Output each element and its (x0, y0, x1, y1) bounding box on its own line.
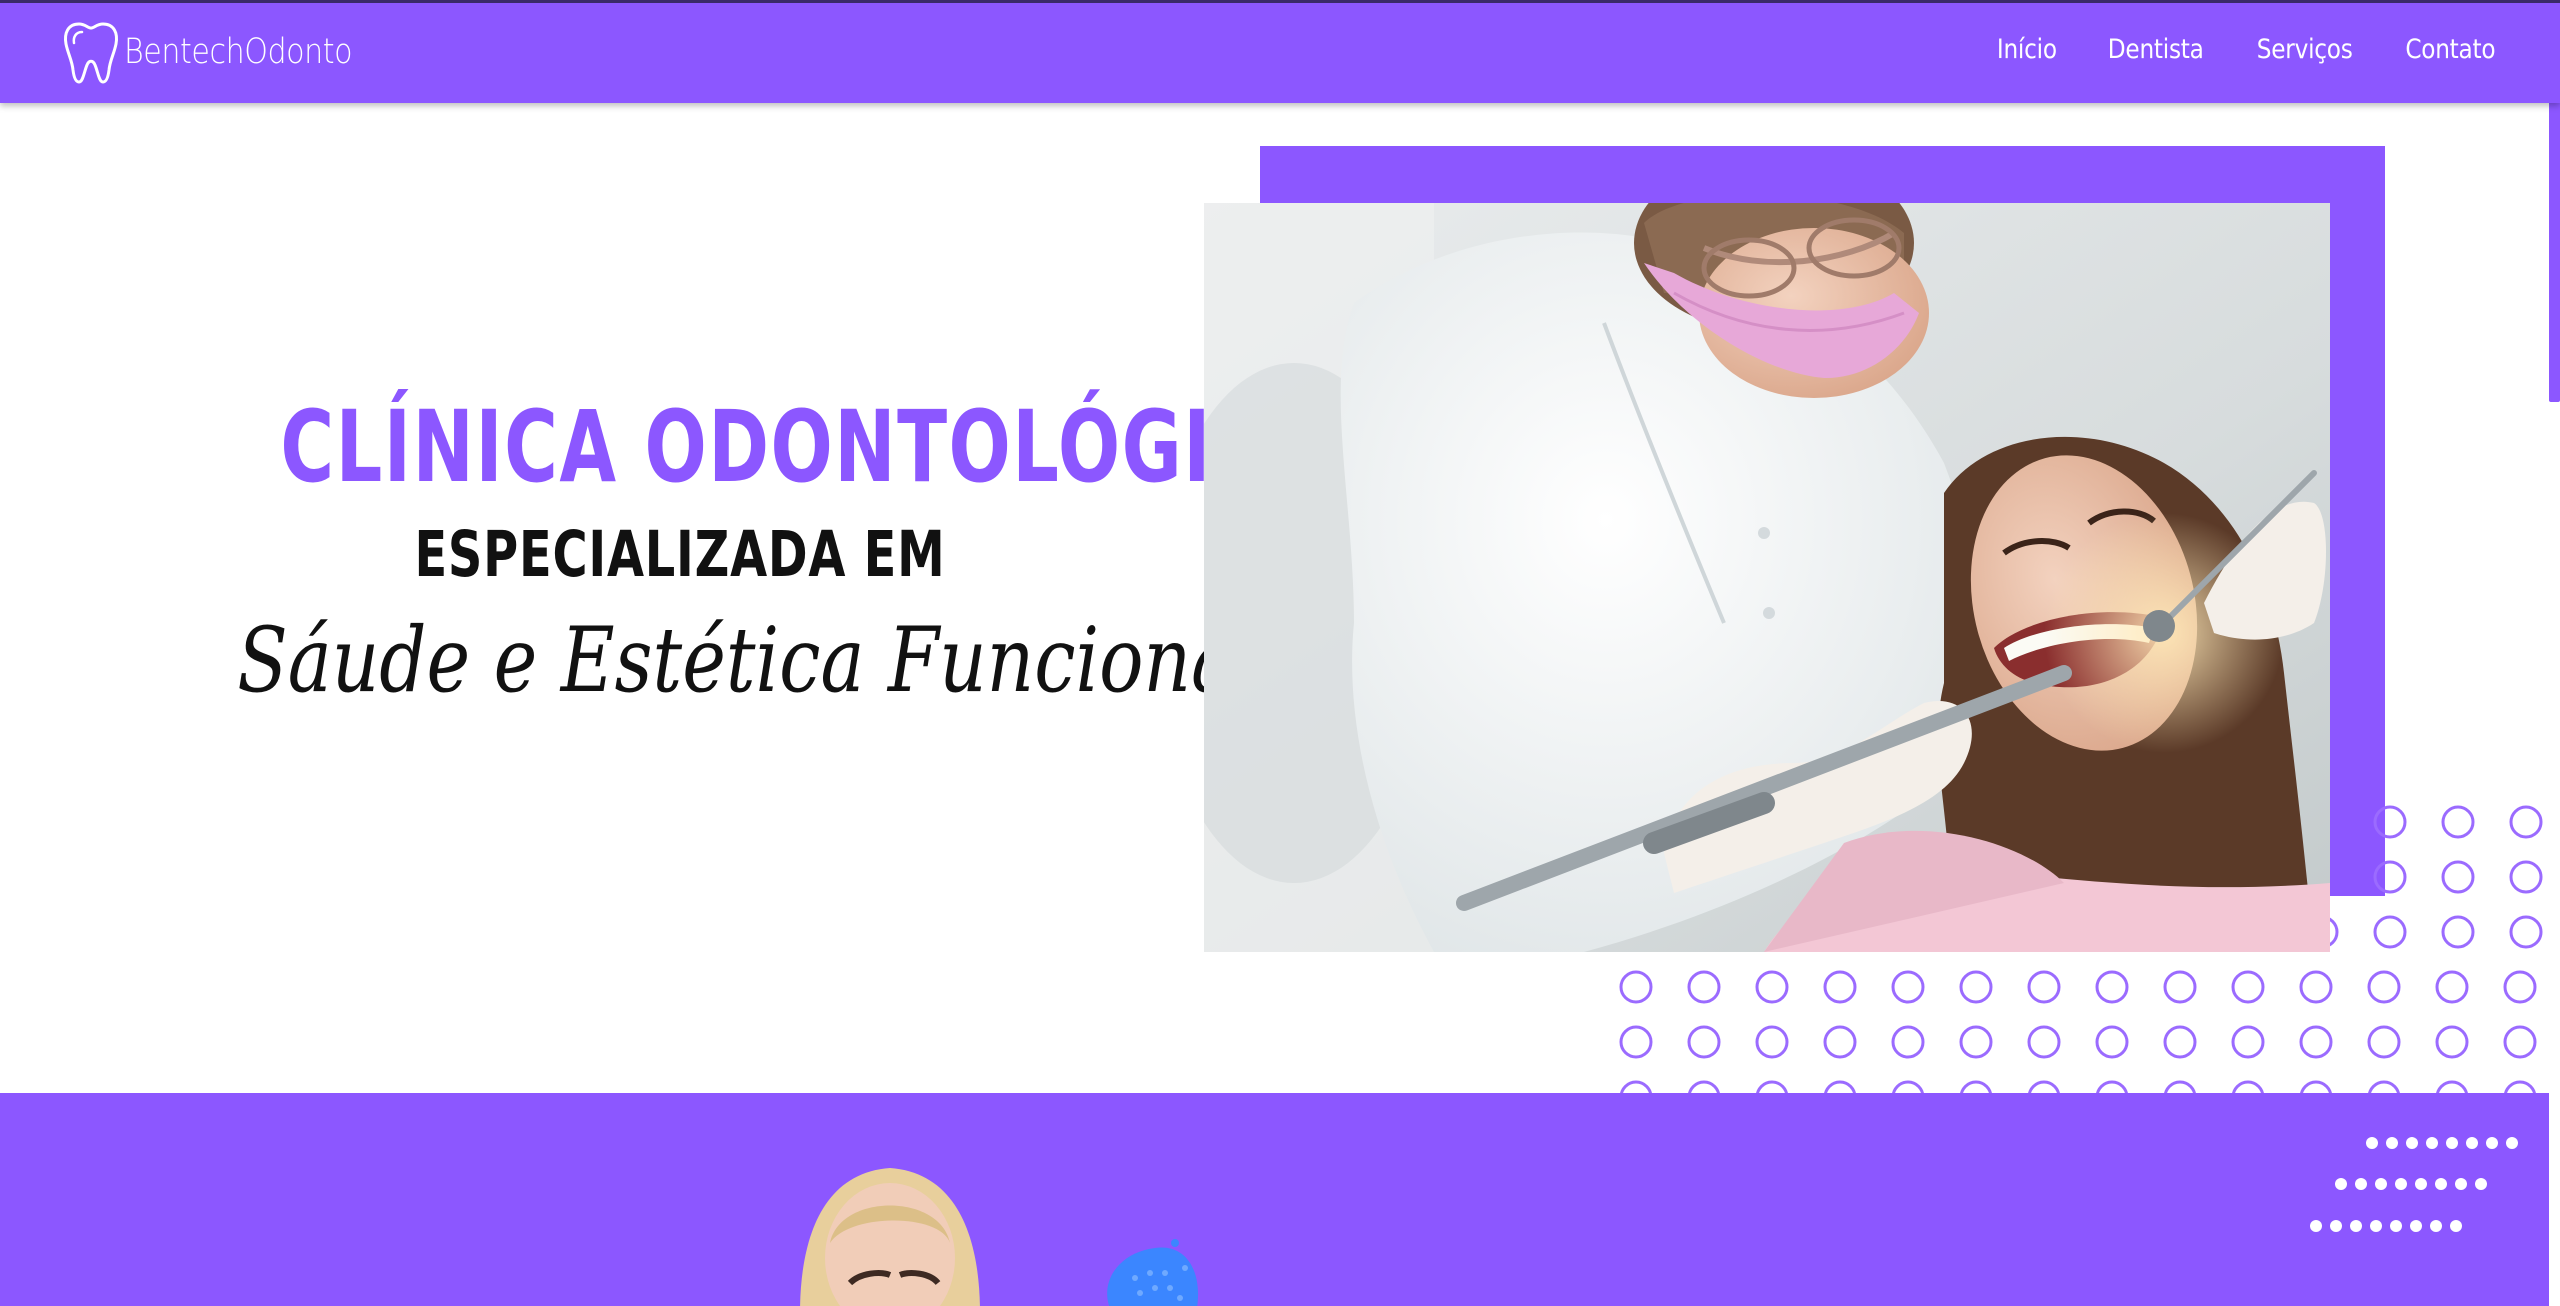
nav-link-servicos[interactable]: Serviços (2257, 34, 2353, 65)
nav-link-dentista[interactable]: Dentista (2107, 34, 2203, 65)
hero-title-sub: ESPECIALIZADA EM (414, 518, 946, 591)
nav-link-contato[interactable]: Contato (2406, 34, 2496, 65)
brand-logo-link[interactable]: BentechOdonto (62, 19, 389, 85)
scrollbar-thumb[interactable] (2549, 100, 2560, 402)
hero-title: CLÍNICA ODONTOLÓGICA ESPECIALIZADA EM Sá… (140, 390, 1326, 713)
decorative-dots-pattern (2310, 1137, 2518, 1232)
dentist-section (0, 1093, 2560, 1306)
brand-name: BentechOdonto (124, 32, 353, 72)
site-header: BentechOdonto Início Dentista Serviços C… (0, 0, 2560, 103)
main-nav: Início Dentista Serviços Contato (1992, 34, 2503, 65)
hero-title-main: CLÍNICA ODONTOLÓGICA (280, 390, 1326, 505)
tooth-icon (64, 22, 118, 84)
hero-title-script: Sáude e Estética Funcional (237, 608, 1259, 713)
nav-link-inicio[interactable]: Início (1997, 34, 2057, 65)
decorative-blob (1107, 1239, 1199, 1306)
page-edge (2549, 1093, 2560, 1306)
dentist-portrait (800, 1168, 980, 1306)
hero-photo-dentist-patient (1204, 203, 2330, 952)
